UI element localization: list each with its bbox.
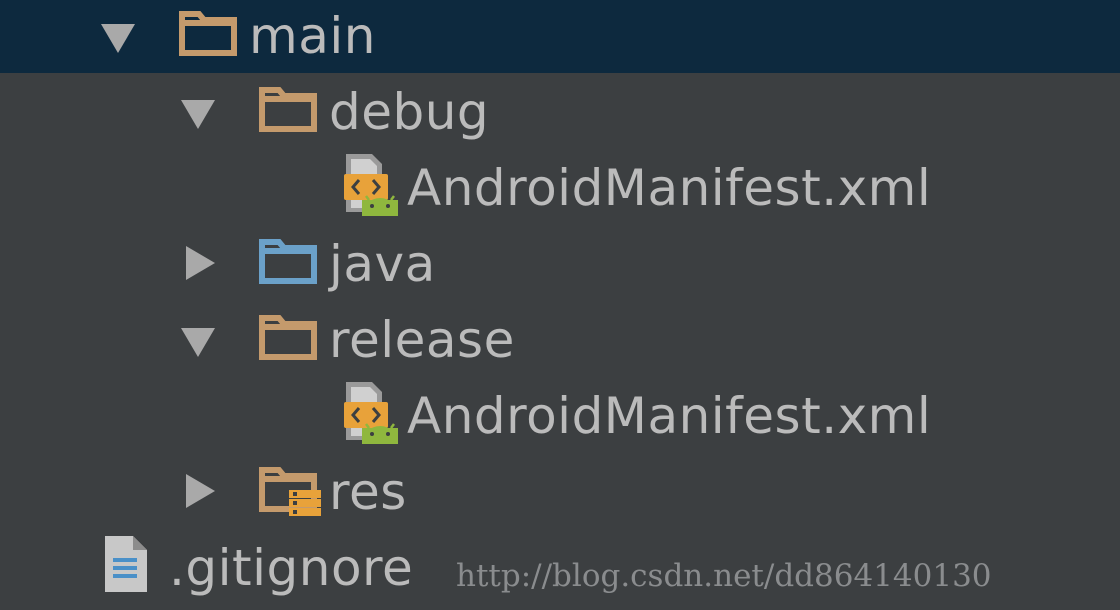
- tree-item-android-manifest-release[interactable]: AndroidManifest.xml: [0, 380, 1120, 456]
- android-manifest-icon: [342, 152, 402, 222]
- tree-item-res[interactable]: res: [0, 456, 1120, 532]
- project-tree: main debug AndroidManifest.xml java rele…: [0, 0, 1120, 610]
- tree-item-label: AndroidManifest.xml: [407, 159, 932, 217]
- expand-arrow-icon[interactable]: [181, 328, 215, 357]
- tree-item-release[interactable]: release: [0, 304, 1120, 380]
- watermark-url: http://blog.csdn.net/dd864140130: [456, 558, 992, 594]
- resource-folder-icon: [259, 464, 323, 524]
- text-file-icon: [103, 534, 151, 598]
- folder-icon: [179, 8, 237, 60]
- tree-item-android-manifest-debug[interactable]: AndroidManifest.xml: [0, 152, 1120, 228]
- collapse-arrow-icon[interactable]: [186, 474, 215, 508]
- folder-icon: [259, 312, 317, 364]
- tree-item-label: .gitignore: [169, 539, 414, 597]
- tree-item-label: debug: [329, 83, 490, 141]
- android-manifest-icon: [342, 380, 402, 450]
- tree-item-label: main: [249, 7, 376, 65]
- source-folder-icon: [259, 236, 317, 288]
- tree-item-label: res: [329, 463, 407, 521]
- tree-item-label: java: [329, 235, 436, 293]
- folder-icon: [259, 84, 317, 136]
- expand-arrow-icon[interactable]: [101, 24, 135, 53]
- tree-item-java[interactable]: java: [0, 228, 1120, 304]
- expand-arrow-icon[interactable]: [181, 100, 215, 129]
- collapse-arrow-icon[interactable]: [186, 246, 215, 280]
- tree-item-label: AndroidManifest.xml: [407, 387, 932, 445]
- tree-item-debug[interactable]: debug: [0, 76, 1120, 152]
- tree-item-main[interactable]: main: [0, 0, 1120, 73]
- tree-item-label: release: [329, 311, 515, 369]
